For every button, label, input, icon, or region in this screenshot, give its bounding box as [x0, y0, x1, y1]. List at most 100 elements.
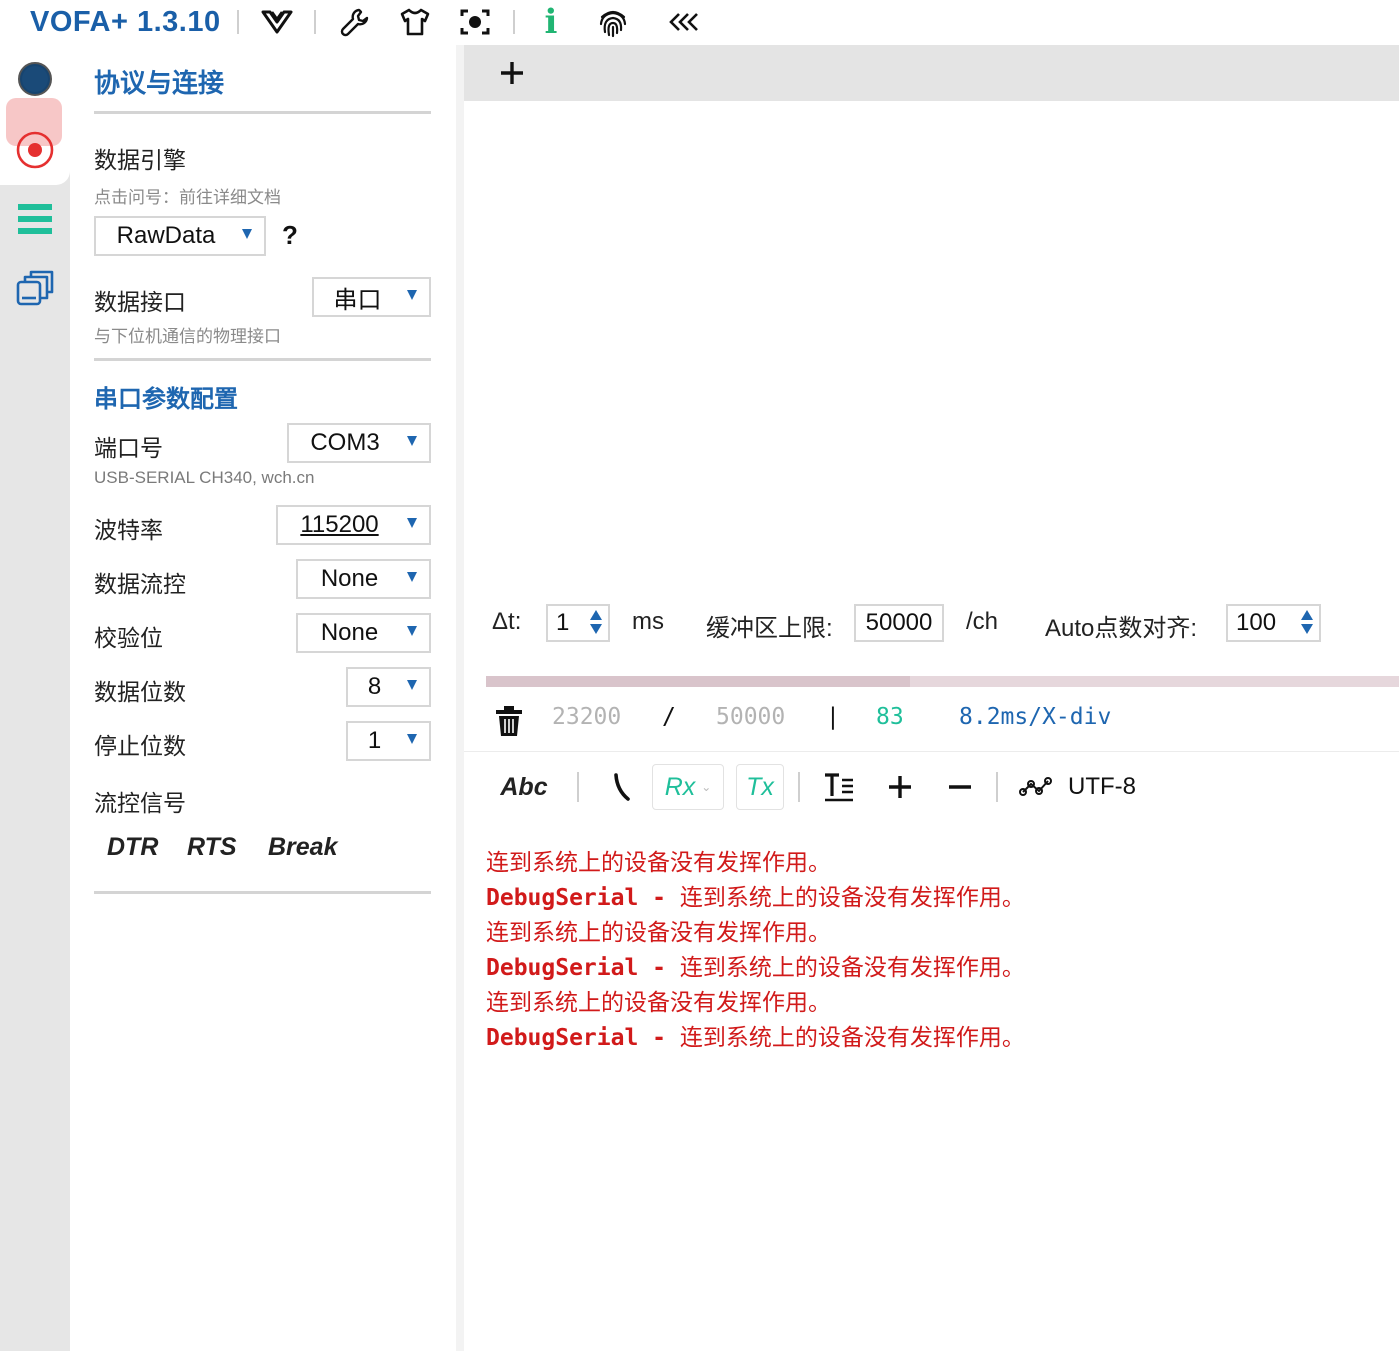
baud-dropdown[interactable]: 115200 [276, 505, 431, 545]
baud-label: 波特率 [94, 517, 163, 543]
abc-label: Abc [500, 772, 548, 801]
panel-title: 协议与连接 [94, 68, 225, 98]
text-mode-button[interactable]: Abc [494, 764, 554, 810]
log-message: 连到系统上的设备没有发挥作用。 [486, 990, 831, 1016]
port-label: 端口号 [94, 435, 163, 461]
log-message: 连到系统上的设备没有发挥作用。 [679, 1025, 1025, 1051]
connect-status-icon[interactable] [10, 54, 60, 104]
databits-dropdown[interactable]: 8 [346, 667, 431, 707]
parity-value: None [320, 619, 379, 646]
dt-label: Δt: [492, 608, 522, 635]
graph-icon[interactable] [1016, 764, 1056, 810]
log-source: DebugSerial [486, 955, 639, 981]
chevron-down-icon [407, 734, 417, 744]
sample-count: 23200 [552, 704, 622, 730]
wrench-icon[interactable] [336, 4, 374, 40]
log-separator: - [638, 1025, 680, 1051]
engine-label: 数据引擎 [94, 147, 186, 173]
databits-label: 数据位数 [94, 679, 186, 705]
record-icon[interactable] [10, 125, 60, 175]
signals-label: 流控信号 [94, 790, 186, 816]
shirt-icon[interactable] [396, 4, 434, 40]
chevron-down-icon [407, 518, 417, 528]
flow-dropdown[interactable]: None [296, 559, 431, 599]
windows-icon[interactable] [10, 264, 60, 314]
rx-toggle[interactable]: Rx ⌄ [652, 764, 724, 810]
stat-bar: | [826, 704, 840, 730]
tx-toggle[interactable]: Tx [736, 764, 784, 810]
spin-arrows-icon[interactable] [1301, 610, 1313, 634]
databits-value: 8 [367, 673, 382, 700]
timing-controls: Δt: 1 ms 缓冲区上限: 50000 /ch Auto点数对齐: 100 [464, 600, 1399, 648]
menu-icon[interactable] [10, 194, 60, 244]
log-separator: - [638, 955, 680, 981]
stat-slash: / [662, 704, 676, 730]
add-tab-button[interactable] [494, 55, 530, 91]
toolbar-separator [513, 10, 515, 34]
port-hint: USB-SERIAL CH340, wch.cn [94, 468, 315, 487]
sample-limit: 50000 [716, 704, 786, 730]
log-line: 连到系统上的设备没有发挥作用。 [486, 846, 1386, 881]
log-line: DebugSerial - 连到系统上的设备没有发挥作用。 [486, 881, 1386, 916]
break-button[interactable]: Break [268, 833, 338, 862]
top-toolbar: VOFA+ 1.3.10 i [0, 0, 1399, 45]
chevron-down-icon [407, 680, 417, 690]
capture-icon[interactable] [456, 4, 494, 40]
interface-dropdown[interactable]: 串口 [312, 277, 431, 317]
wrap-icon[interactable] [604, 764, 638, 810]
info-icon[interactable]: i [532, 2, 570, 42]
help-button[interactable]: ? [282, 220, 298, 251]
chevron-down-icon [407, 626, 417, 636]
chevron-down-icon [407, 572, 417, 582]
log-line: 连到系统上的设备没有发挥作用。 [486, 916, 1386, 951]
divider [94, 111, 431, 114]
buffer-label: 缓冲区上限: [706, 615, 833, 642]
rx-label: Rx [664, 772, 696, 801]
buffer-unit: /ch [966, 608, 999, 635]
buffer-progress [486, 676, 1399, 687]
encoding-selector[interactable]: UTF-8 [1062, 764, 1142, 810]
toolbar-separator [996, 772, 998, 802]
zoom-in-icon[interactable] [882, 764, 918, 810]
port-dropdown[interactable]: COM3 [287, 423, 431, 463]
text-format-icon[interactable] [820, 764, 858, 810]
spin-arrows-icon[interactable] [590, 610, 602, 634]
zoom-out-icon[interactable] [942, 764, 978, 810]
divider [94, 358, 431, 361]
dtr-button[interactable]: DTR [107, 833, 158, 862]
log-line: DebugSerial - 连到系统上的设备没有发挥作用。 [486, 1021, 1386, 1056]
fingerprint-icon[interactable] [594, 4, 632, 40]
vofa-logo-icon[interactable] [258, 4, 296, 40]
toolbar-separator [798, 772, 800, 802]
rts-button[interactable]: RTS [187, 833, 237, 862]
toolbar-separator [314, 10, 316, 34]
buffer-progress-fill [486, 676, 910, 687]
time-per-div: 8.2ms/X-div [959, 704, 1112, 730]
panel-splitter[interactable] [456, 45, 464, 1351]
dt-spinbox[interactable]: 1 [546, 604, 610, 642]
flow-label: 数据流控 [94, 571, 186, 597]
engine-value: RawData [116, 222, 216, 249]
stopbits-dropdown[interactable]: 1 [346, 721, 431, 761]
auto-align-value: 100 [1236, 609, 1277, 636]
toolbar-separator [237, 10, 239, 34]
engine-hint: 点击问号：前往详细文档 [94, 188, 281, 207]
log-toolbar: Abc Rx ⌄ Tx UTF-8 [464, 760, 1399, 814]
interface-value: 串口 [333, 286, 382, 314]
auto-align-spinbox[interactable]: 100 [1226, 604, 1321, 642]
flow-value: None [320, 565, 379, 592]
log-source: DebugSerial [486, 885, 639, 911]
parity-dropdown[interactable]: None [296, 613, 431, 653]
dt-unit: ms [632, 608, 664, 635]
engine-dropdown[interactable]: RawData [94, 216, 266, 256]
plus-icon [501, 62, 523, 84]
stopbits-label: 停止位数 [94, 733, 186, 759]
collapse-icon[interactable] [665, 4, 703, 40]
log-message: 连到系统上的设备没有发挥作用。 [486, 850, 831, 876]
log-output: 连到系统上的设备没有发挥作用。 DebugSerial - 连到系统上的设备没有发… [486, 846, 1386, 1056]
buffer-input[interactable]: 50000 [854, 604, 944, 642]
toolbar-separator [577, 772, 579, 802]
chevron-down-icon [407, 436, 417, 446]
trash-icon[interactable] [490, 698, 528, 744]
chevron-down-icon [242, 229, 252, 239]
